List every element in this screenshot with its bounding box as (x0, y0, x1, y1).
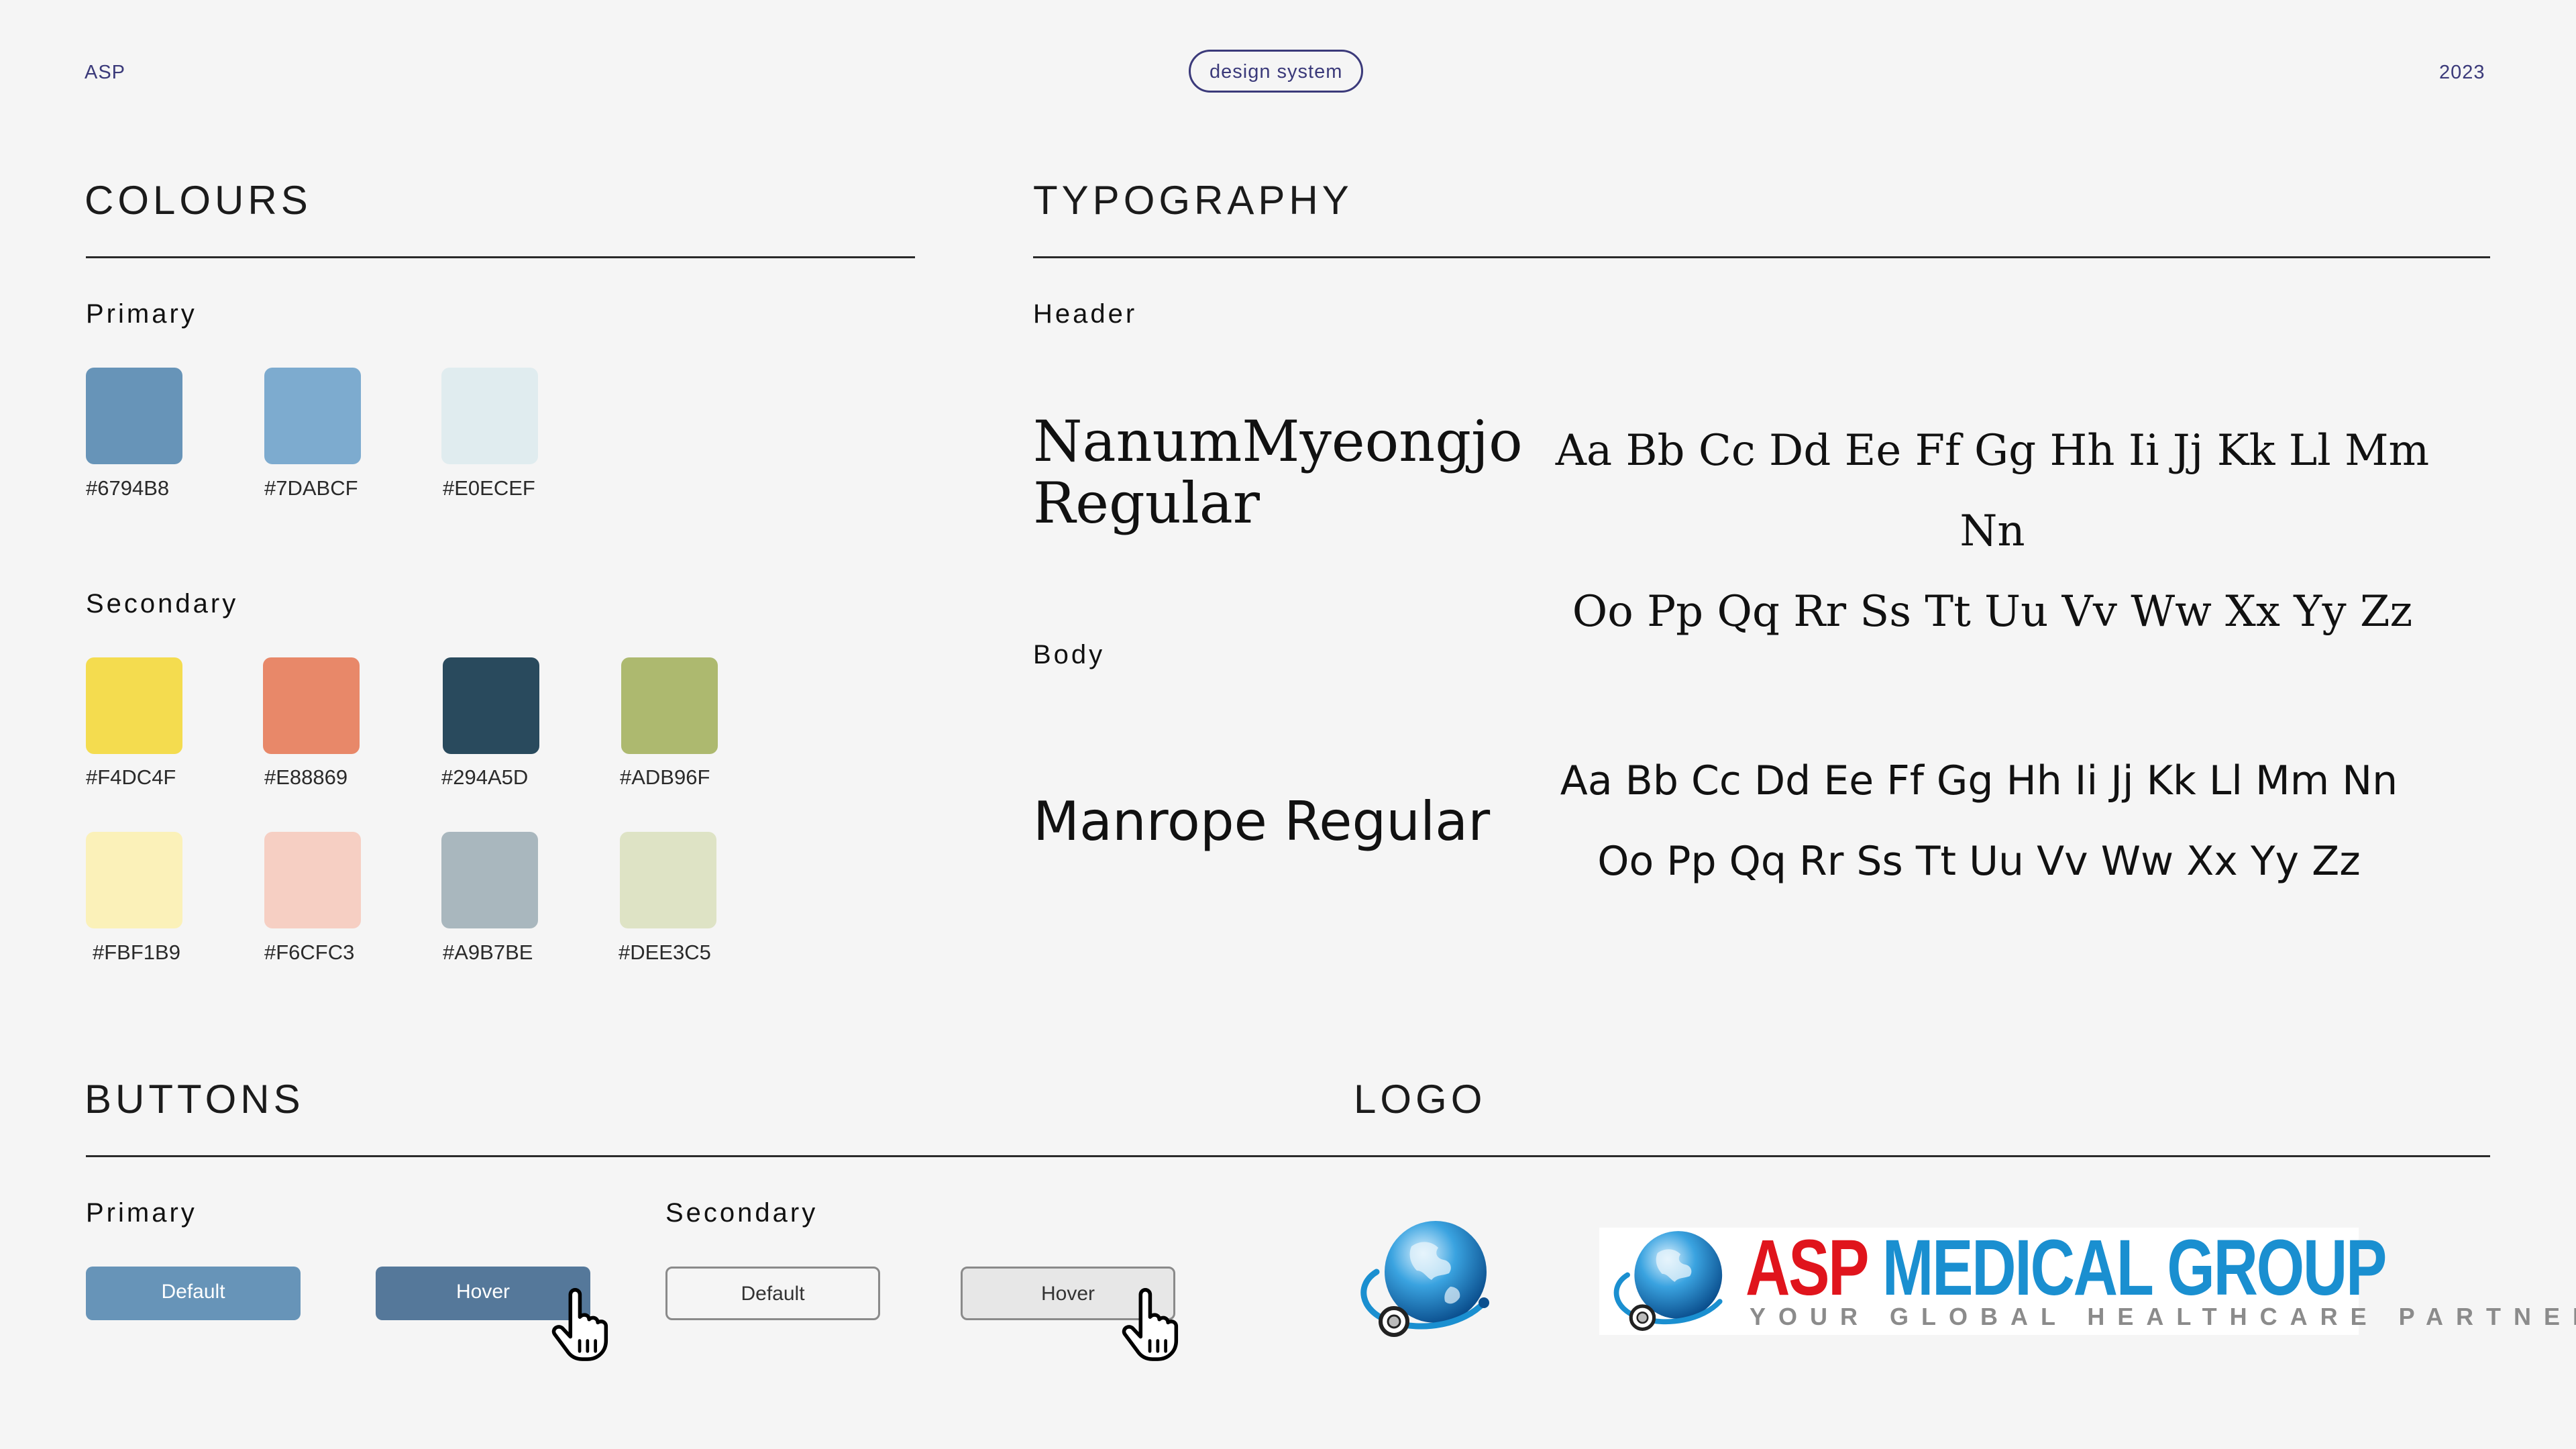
header-alphabet-sample: Aa Bb Cc Dd Ee Ff Gg Hh Ii Jj Kk Ll Mm N… (1543, 411, 2442, 652)
swatch-secondary-7 (441, 832, 538, 928)
hex-secondary-8: #DEE3C5 (619, 941, 711, 964)
swatch-secondary-2 (263, 657, 360, 754)
swatch-primary-2 (264, 368, 361, 464)
swatch-primary-3 (441, 368, 538, 464)
typography-title: TYPOGRAPHY (1033, 178, 1353, 223)
hex-secondary-1: #F4DC4F (86, 765, 176, 789)
swatch-secondary-1 (86, 657, 182, 754)
brand-label: ASP (85, 62, 126, 83)
header-alphabet-line2: Oo Pp Qq Rr Ss Tt Uu Vv Ww Xx Yy Zz (1572, 587, 2413, 637)
body-alphabet-sample: Aa Bb Cc Dd Ee Ff Gg Hh Ii Jj Kk Ll Mm N… (1536, 741, 2422, 902)
hex-secondary-7: #A9B7BE (443, 941, 533, 964)
hex-secondary-6: #F6CFC3 (264, 941, 355, 964)
header-font-label: Header (1033, 299, 1138, 329)
primary-default-button[interactable]: Default (86, 1267, 301, 1320)
logo-wordmark: ASP MEDICAL GROUP (1746, 1224, 2387, 1312)
header-font-name: NanumMyeongjo Regular (1033, 411, 1523, 534)
swatch-secondary-6 (264, 832, 361, 928)
hex-secondary-3: #294A5D (441, 765, 529, 789)
hex-primary-2: #7DABCF (264, 476, 358, 500)
year-label: 2023 (2439, 62, 2485, 83)
buttons-logo-divider (86, 1155, 2490, 1157)
body-font-label: Body (1033, 640, 1106, 669)
body-alphabet-line2: Oo Pp Qq Rr Ss Tt Uu Vv Ww Xx Yy Zz (1597, 838, 2361, 885)
buttons-title: BUTTONS (85, 1077, 305, 1122)
hex-secondary-4: #ADB96F (620, 765, 710, 789)
header-font-name-line1: NanumMyeongjo (1033, 409, 1523, 474)
swatch-secondary-8 (620, 832, 716, 928)
globe-stethoscope-icon (1613, 1231, 1723, 1331)
secondary-default-button[interactable]: Default (665, 1267, 880, 1320)
hex-primary-1: #6794B8 (86, 476, 170, 500)
primary-colours-label: Primary (86, 299, 197, 329)
colours-title: COLOURS (85, 178, 312, 223)
primary-buttons-label: Primary (86, 1198, 197, 1228)
secondary-colours-label: Secondary (86, 589, 239, 619)
swatch-secondary-4 (621, 657, 718, 754)
header-font-name-line2: Regular (1033, 470, 1260, 536)
hand-cursor-icon (1122, 1288, 1179, 1361)
swatch-secondary-5 (86, 832, 182, 928)
logo-wordmark-asp: ASP (1746, 1224, 1882, 1312)
secondary-buttons-label: Secondary (665, 1198, 818, 1228)
design-system-tag: design system (1189, 50, 1364, 93)
hex-secondary-5: #FBF1B9 (93, 941, 180, 964)
typography-divider (1033, 256, 2490, 258)
logo-wordmark-medical-group: MEDICAL GROUP (1882, 1224, 2387, 1312)
body-alphabet-line1: Aa Bb Cc Dd Ee Ff Gg Hh Ii Jj Kk Ll Mm N… (1560, 757, 2398, 804)
hand-cursor-icon (551, 1288, 608, 1361)
logo-tagline: YOUR GLOBAL HEALTHCARE PARTNER (1750, 1303, 2576, 1330)
logo-title: LOGO (1354, 1077, 1487, 1122)
colours-divider (86, 256, 915, 258)
hex-secondary-2: #E88869 (264, 765, 348, 789)
header-alphabet-line1: Aa Bb Cc Dd Ee Ff Gg Hh Ii Jj Kk Ll Mm N… (1555, 426, 2430, 556)
body-font-name: Manrope Regular (1033, 790, 1491, 853)
asp-medical-group-logo: ASP MEDICAL GROUP YOUR GLOBAL HEALTHCARE… (1599, 1225, 2576, 1335)
swatch-secondary-3 (443, 657, 539, 754)
globe-stethoscope-icon (1360, 1221, 1489, 1337)
swatch-primary-1 (86, 368, 182, 464)
hex-primary-3: #E0ECEF (443, 476, 535, 500)
